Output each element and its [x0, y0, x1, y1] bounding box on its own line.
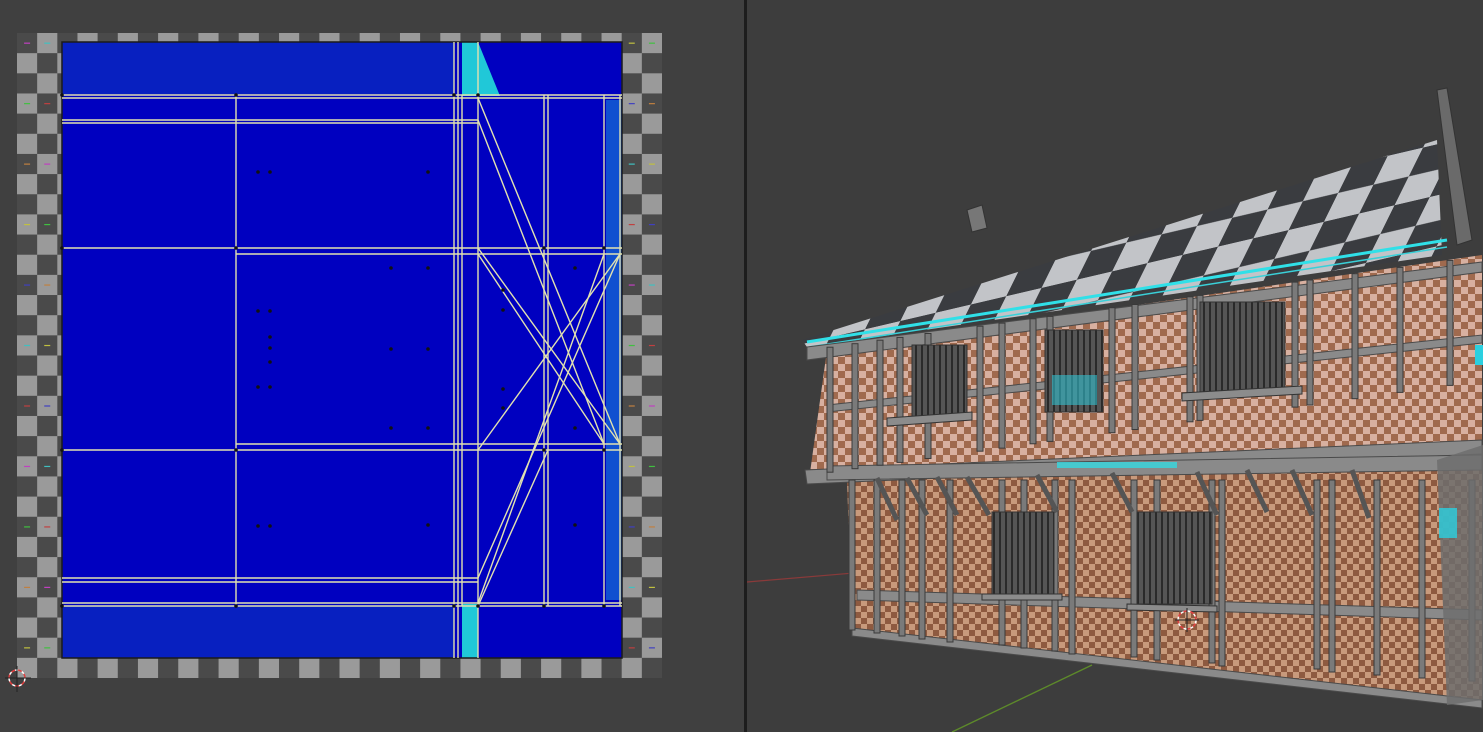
uv-island-map[interactable]	[0, 0, 744, 732]
window-upper-1	[911, 344, 968, 418]
3d-cursor-icon[interactable]	[1173, 606, 1201, 634]
window-upper-3	[1199, 301, 1286, 395]
3d-scene	[747, 87, 1483, 732]
uv-island-strip-bottom	[62, 606, 454, 658]
window-lower-1	[991, 511, 1055, 595]
window-lower-2	[1136, 511, 1213, 605]
uv-seam-bottom	[462, 604, 478, 658]
uv-island-main	[62, 42, 622, 658]
uv-island-strip-top	[62, 42, 454, 94]
2d-cursor-icon[interactable]	[5, 666, 31, 692]
y-axis-line	[951, 664, 1093, 732]
3d-viewport-panel[interactable]	[747, 0, 1483, 732]
uv-editor-panel[interactable]	[0, 0, 744, 732]
